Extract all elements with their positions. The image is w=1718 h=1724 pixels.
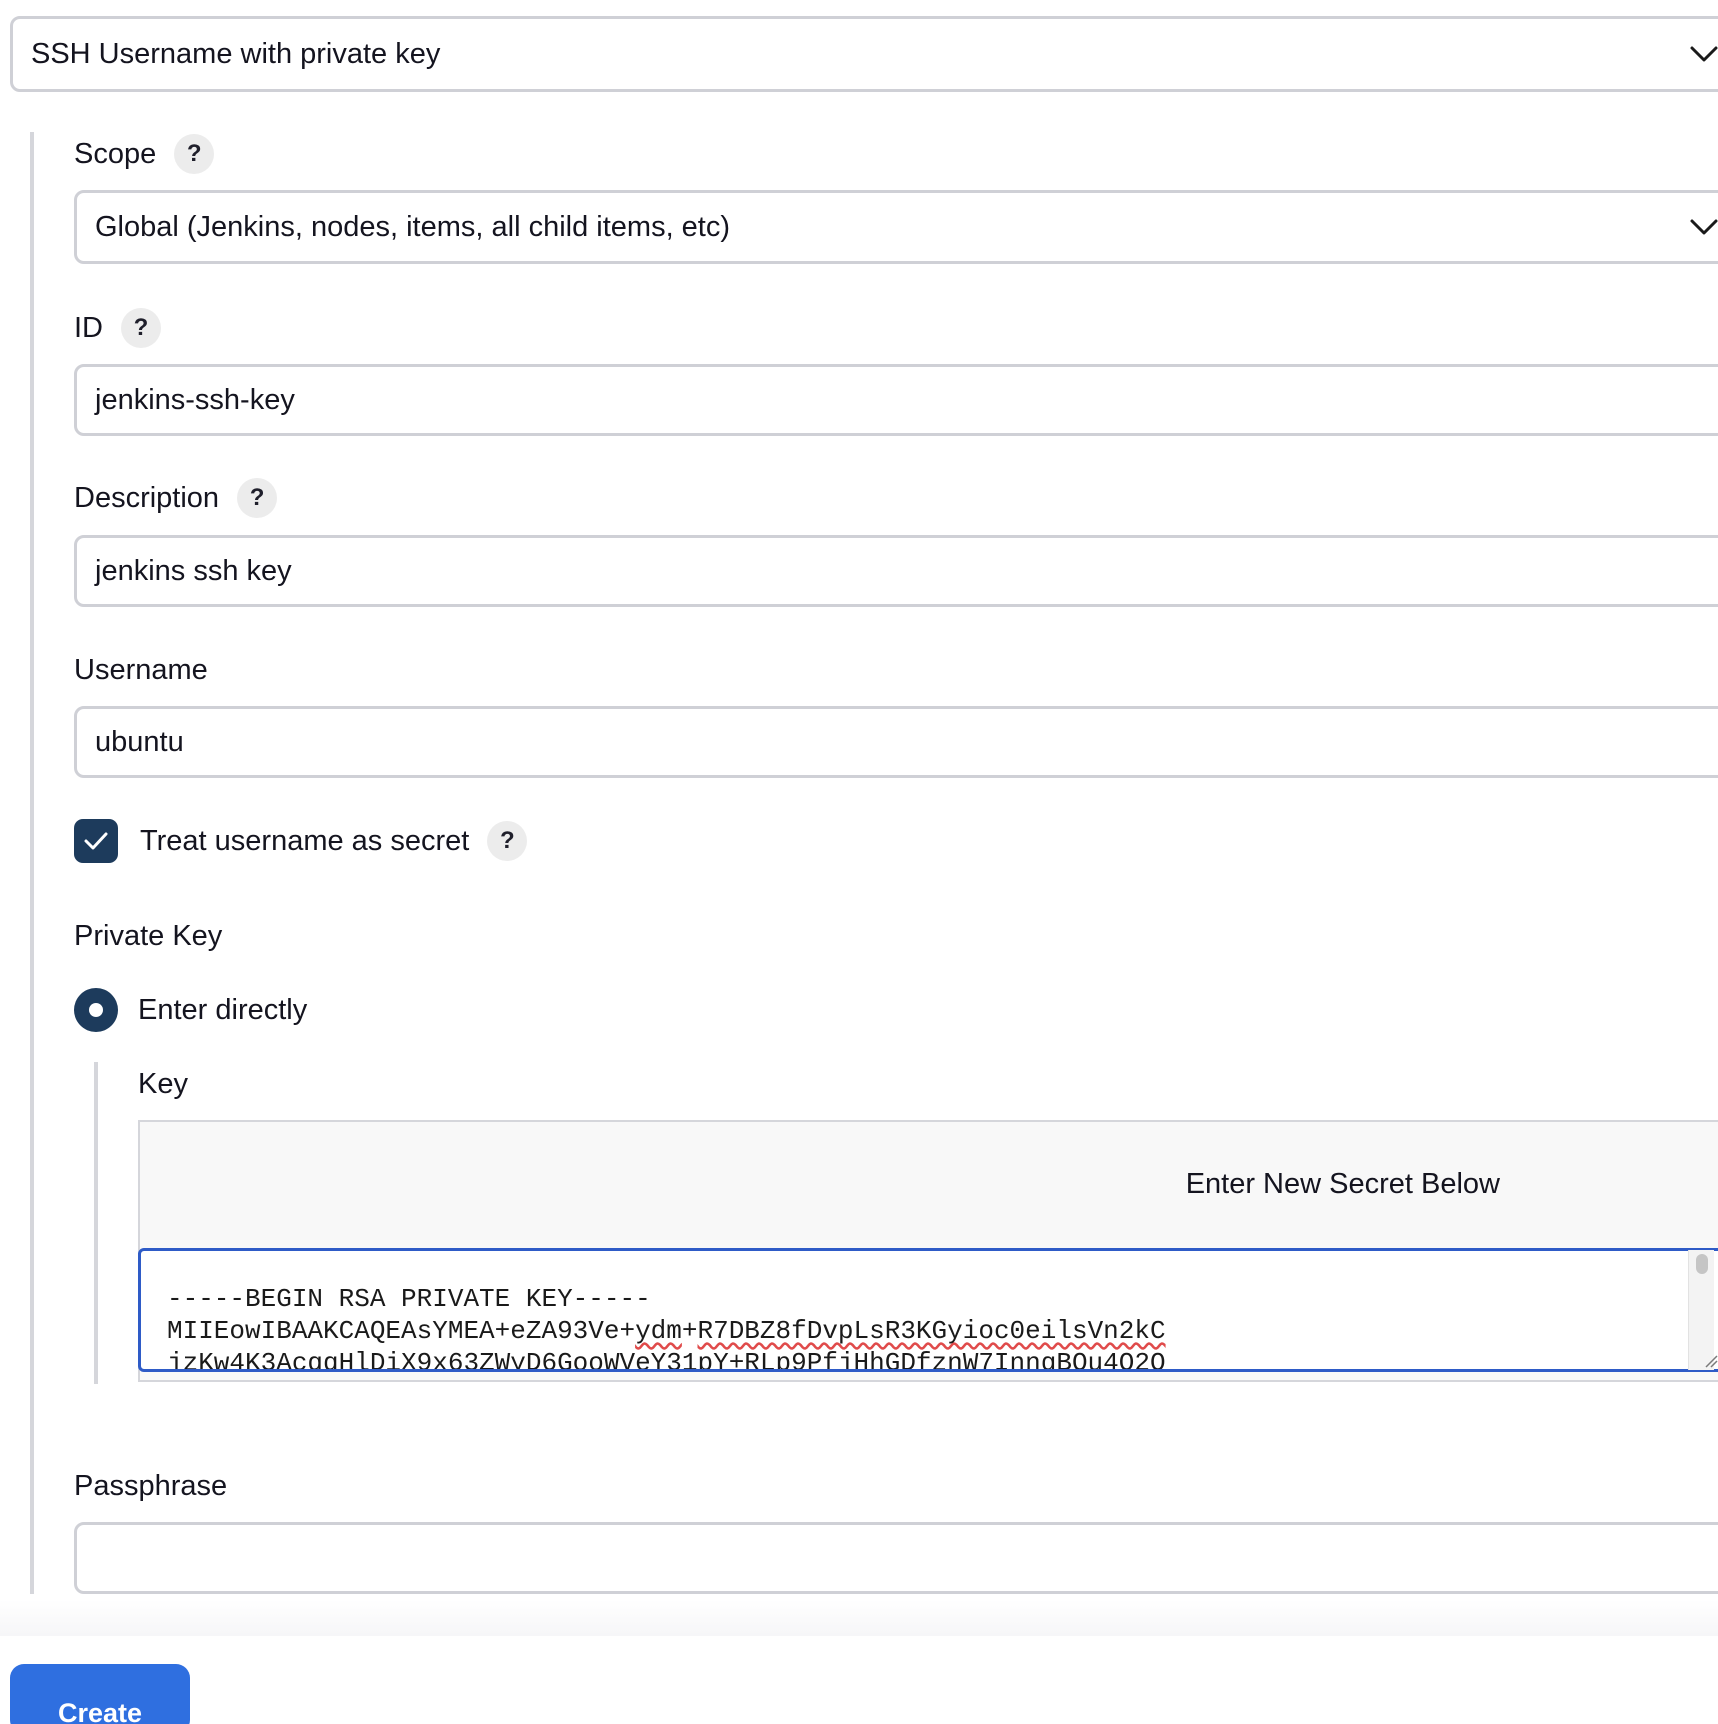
id-label: ID ? — [74, 308, 161, 348]
chevron-down-icon — [1690, 219, 1718, 235]
key-line-2c: + — [681, 1316, 698, 1346]
scrollbar-thumb[interactable] — [1696, 1254, 1708, 1274]
form-section-rail — [30, 132, 34, 1594]
credentials-form: SSH Username with private key Scope ? Gl… — [0, 0, 1718, 1724]
passphrase-input[interactable] — [74, 1522, 1718, 1594]
key-line-1: -----BEGIN RSA PRIVATE KEY----- — [167, 1284, 651, 1314]
key-label-text: Key — [138, 1067, 188, 1100]
description-input-value: jenkins ssh key — [95, 554, 292, 587]
username-label-text: Username — [74, 653, 208, 686]
scope-help-icon[interactable]: ? — [174, 134, 215, 174]
private-key-label-text: Private Key — [74, 919, 223, 952]
description-help-icon[interactable]: ? — [237, 478, 278, 518]
enter-directly-radio[interactable] — [74, 988, 118, 1032]
kind-select-value: SSH Username with private key — [31, 37, 441, 70]
enter-directly-label[interactable]: Enter directly — [138, 990, 307, 1030]
id-input-value: jenkins-ssh-key — [95, 383, 295, 416]
key-line-2b: ydm — [635, 1316, 682, 1346]
private-key-textarea[interactable]: -----BEGIN RSA PRIVATE KEY----- MIIEowIB… — [138, 1248, 1718, 1372]
treat-secret-help-icon[interactable]: ? — [487, 821, 528, 861]
chevron-down-icon — [1690, 46, 1718, 62]
username-input[interactable]: ubuntu — [74, 706, 1718, 778]
description-label: Description ? — [74, 478, 278, 518]
treat-username-secret-checkbox[interactable] — [74, 819, 118, 863]
enter-new-secret-hint: Enter New Secret Below — [1185, 1168, 1500, 1200]
key-line-2a: MIIEowIBAAKCAQEAsYMEA+eZA93Ve+ — [167, 1316, 636, 1346]
id-help-icon[interactable]: ? — [121, 308, 161, 348]
description-input[interactable]: jenkins ssh key — [74, 535, 1718, 607]
username-label: Username — [74, 650, 208, 690]
id-label-text: ID — [74, 311, 103, 344]
radio-dot-icon — [89, 1003, 103, 1017]
textarea-scrollbar[interactable] — [1688, 1250, 1714, 1370]
treat-username-secret-text: Treat username as secret — [140, 824, 470, 857]
scope-label: Scope ? — [74, 134, 215, 174]
description-label-text: Description — [74, 481, 220, 514]
key-label: Key — [138, 1064, 188, 1104]
form-footer — [0, 1636, 1718, 1724]
scope-select[interactable]: Global (Jenkins, nodes, items, all child… — [74, 190, 1718, 264]
kind-select[interactable]: SSH Username with private key — [10, 16, 1718, 92]
key-line-2d: R7DBZ8fDvpLsR3KGyioc0eilsVn2kC — [697, 1316, 1166, 1346]
private-key-text: -----BEGIN RSA PRIVATE KEY----- MIIEowIB… — [167, 1283, 1166, 1372]
enter-directly-text: Enter directly — [138, 993, 308, 1026]
id-input[interactable]: jenkins-ssh-key — [74, 364, 1718, 436]
private-key-label: Private Key — [74, 916, 222, 956]
passphrase-label-text: Passphrase — [74, 1469, 228, 1502]
scope-select-value: Global (Jenkins, nodes, items, all child… — [95, 210, 731, 243]
key-section-rail — [94, 1062, 98, 1384]
checkmark-icon — [84, 832, 108, 850]
passphrase-label: Passphrase — [74, 1466, 227, 1506]
footer-fade — [0, 1600, 1718, 1640]
create-button[interactable]: Create — [10, 1664, 190, 1724]
username-input-value: ubuntu — [95, 725, 184, 758]
resize-handle-icon[interactable] — [1704, 1354, 1718, 1368]
key-line-3: jzKw4K3AcqqHlDiX9x63ZWyD6GooWVeY31pY+RLp… — [167, 1348, 1166, 1372]
treat-username-secret-label[interactable]: Treat username as secret ? — [140, 821, 528, 861]
scope-label-text: Scope — [74, 137, 157, 170]
